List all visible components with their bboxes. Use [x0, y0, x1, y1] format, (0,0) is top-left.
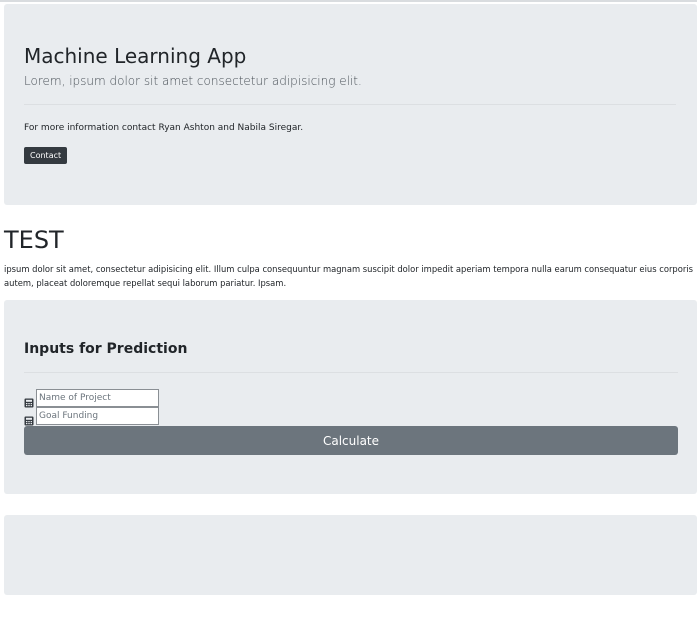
calculate-button[interactable]: Calculate: [24, 426, 678, 455]
goal-funding-input[interactable]: [36, 407, 159, 425]
header-jumbotron: Machine Learning App Lorem, ipsum dolor …: [4, 4, 697, 205]
app-lead-text: Lorem, ipsum dolor sit amet consectetur …: [24, 74, 362, 88]
goal-funding-row: [24, 407, 159, 426]
project-name-input[interactable]: [36, 389, 159, 407]
calculator-icon: [24, 393, 34, 408]
test-heading: TEST: [4, 226, 64, 254]
header-divider: [24, 104, 676, 105]
prediction-title: Inputs for Prediction: [24, 341, 188, 357]
result-panel: [4, 515, 697, 595]
top-border: [0, 0, 697, 2]
prediction-divider: [24, 372, 678, 373]
app-title: Machine Learning App: [24, 44, 247, 68]
prediction-panel: Inputs for Prediction Name of Project Go…: [4, 300, 697, 494]
test-paragraph: ipsum dolor sit amet, consectetur adipis…: [4, 264, 693, 288]
contact-button[interactable]: Contact: [24, 147, 68, 164]
project-name-row: [24, 389, 159, 408]
calculator-icon: [24, 411, 34, 426]
contact-info-text: For more information contact Ryan Ashton…: [24, 123, 304, 133]
